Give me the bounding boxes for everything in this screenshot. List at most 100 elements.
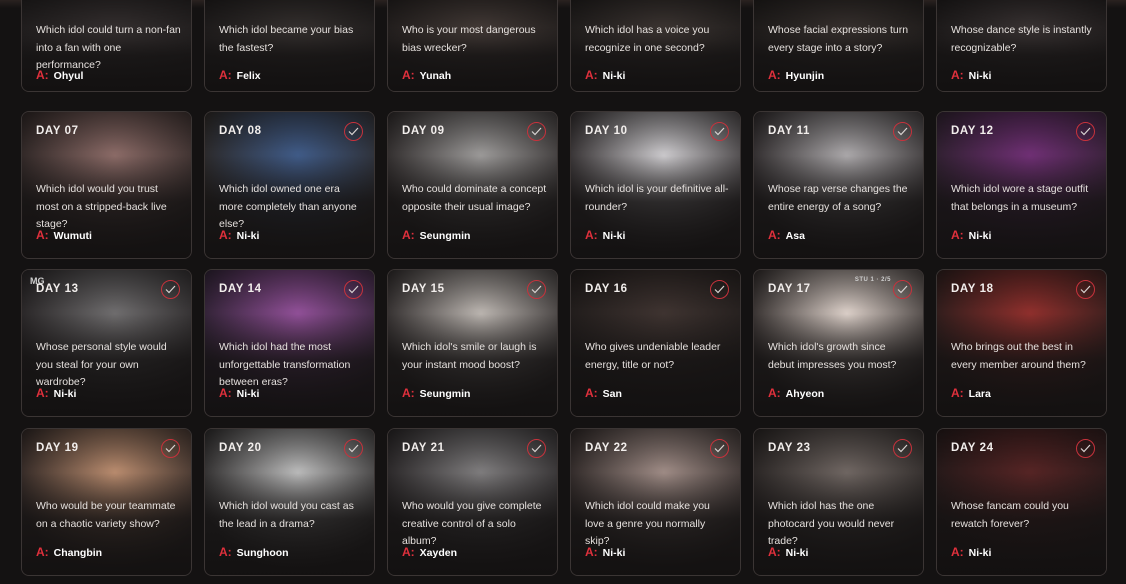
challenge-card[interactable]: STU 1 · 2/5 DAY 17 Which idol's growth sin… [753,269,924,417]
answer-name: Ni-ki [602,230,626,242]
challenge-card[interactable]: DAY 14 Which idol had the most unforgetta… [204,269,375,417]
answer-line: A: Ni-ki [36,386,76,400]
answer-line: A: Ahyeon [768,386,824,400]
check-circle-icon[interactable] [344,280,363,299]
challenge-card[interactable]: DAY 23 Which idol has the one photocard y… [753,428,924,576]
day-label: DAY 24 [951,442,994,454]
answer-name: Felix [236,70,261,82]
answer-line: A: Xayden [402,545,457,559]
answer-line: A: Ni-ki [768,545,808,559]
challenge-card[interactable]: Which idol has a voice you recognize in … [570,0,741,92]
answer-line: A: Wumuti [36,228,92,242]
challenge-card[interactable]: DAY 21 Who would you give complete creati… [387,428,558,576]
challenge-card[interactable]: DAY 20 Which idol would you cast as the l… [204,428,375,576]
answer-prefix: A: [585,545,598,559]
challenge-card[interactable]: Whose dance style is instantly recogniza… [936,0,1107,92]
challenge-card[interactable]: DAY 24 Whose fancam could you rewatch for… [936,428,1107,576]
question-text: Whose rap verse changes the entire energ… [768,183,908,213]
check-circle-icon[interactable] [527,280,546,299]
answer-line: A: Ni-ki [219,228,259,242]
day-label: DAY 09 [402,125,445,137]
challenge-card[interactable]: Who is your most dangerous bias wrecker?… [387,0,558,92]
question-text: Which idol is your definitive all-rounde… [585,183,729,213]
day-label: DAY 23 [768,442,811,454]
challenge-card[interactable]: DAY 19 Who would be your teammate on a ch… [21,428,192,576]
check-circle-icon[interactable] [1076,122,1095,141]
answer-name: Ni-ki [968,547,992,559]
check-circle-icon[interactable] [893,280,912,299]
check-circle-icon[interactable] [1076,439,1095,458]
question-text: Whose dance style is instantly recogniza… [951,24,1092,54]
check-circle-icon[interactable] [161,280,180,299]
question-text: Who is your most dangerous bias wrecker? [402,24,536,54]
question-text: Which idol would you cast as the lead in… [219,500,354,530]
answer-line: A: Lara [951,386,991,400]
challenge-card[interactable]: DAY 16 Who gives undeniable leader energy… [570,269,741,417]
check-circle-icon[interactable] [344,439,363,458]
check-circle-icon[interactable] [161,439,180,458]
check-circle-icon[interactable] [344,122,363,141]
answer-name: Asa [785,230,805,242]
answer-prefix: A: [219,386,232,400]
day-label: DAY 15 [402,283,445,295]
answer-name: Ni-ki [53,388,77,400]
day-label: DAY 18 [951,283,994,295]
challenge-card[interactable]: DAY 18 Who brings out the best in every m… [936,269,1107,417]
answer-name: Ahyeon [785,388,825,400]
check-circle-icon[interactable] [1076,280,1095,299]
challenge-card[interactable]: DAY 08 Which idol owned one era more comp… [204,111,375,259]
answer-line: A: Hyunjin [768,68,824,82]
day-label: DAY 19 [36,442,79,454]
check-circle-icon[interactable] [710,439,729,458]
day-label: DAY 20 [219,442,262,454]
challenge-card[interactable]: Whose facial expressions turn every stag… [753,0,924,92]
challenge-card[interactable]: DAY 10 Which idol is your definitive all-… [570,111,741,259]
question-text: Who brings out the best in every member … [951,341,1086,371]
answer-line: A: Felix [219,68,261,82]
answer-line: A: Ni-ki [585,228,625,242]
challenge-card[interactable]: DAY 09 Who could dominate a concept oppos… [387,111,558,259]
check-circle-icon[interactable] [893,439,912,458]
answer-line: A: Sunghoon [219,545,289,559]
check-circle-icon[interactable] [527,439,546,458]
answer-prefix: A: [951,545,964,559]
challenge-card[interactable]: DAY 15 Which idol's smile or laugh is you… [387,269,558,417]
answer-name: Xayden [419,547,458,559]
answer-name: Yunah [419,70,452,82]
check-circle-icon[interactable] [710,122,729,141]
answer-line: A: Seungmin [402,228,470,242]
answer-name: Sunghoon [236,547,289,559]
day-label: DAY 22 [585,442,628,454]
challenge-card[interactable]: MG DAY 13 Whose personal style would you s… [21,269,192,417]
answer-prefix: A: [768,68,781,82]
answer-name: Ni-ki [236,230,260,242]
answer-prefix: A: [36,386,49,400]
answer-prefix: A: [768,228,781,242]
answer-prefix: A: [951,386,964,400]
challenge-card[interactable]: DAY 12 Which idol wore a stage outfit tha… [936,111,1107,259]
answer-prefix: A: [402,228,415,242]
answer-name: Wumuti [53,230,92,242]
answer-name: Seungmin [419,388,471,400]
challenge-card[interactable]: DAY 11 Whose rap verse changes the entire… [753,111,924,259]
check-circle-icon[interactable] [710,280,729,299]
challenge-card[interactable]: DAY 22 Which idol could make you love a g… [570,428,741,576]
question-text: Which idol became your bias the fastest? [219,24,354,54]
answer-prefix: A: [402,386,415,400]
challenge-card[interactable]: Which idol became your bias the fastest?… [204,0,375,92]
answer-line: A: Asa [768,228,805,242]
question-text: Who could dominate a concept opposite th… [402,183,547,213]
answer-line: A: Ni-ki [585,545,625,559]
challenge-card[interactable]: Which idol could turn a non-fan into a f… [21,0,192,92]
question-text: Which idol wore a stage outfit that belo… [951,183,1089,213]
answer-prefix: A: [219,545,232,559]
answer-prefix: A: [219,228,232,242]
check-circle-icon[interactable] [893,122,912,141]
day-label: DAY 08 [219,125,262,137]
challenge-card[interactable]: DAY 07 Which idol would you trust most on… [21,111,192,259]
check-circle-icon[interactable] [527,122,546,141]
answer-prefix: A: [768,545,781,559]
answer-prefix: A: [585,386,598,400]
answer-name: Seungmin [419,230,471,242]
question-text: Which idol has a voice you recognize in … [585,24,710,54]
